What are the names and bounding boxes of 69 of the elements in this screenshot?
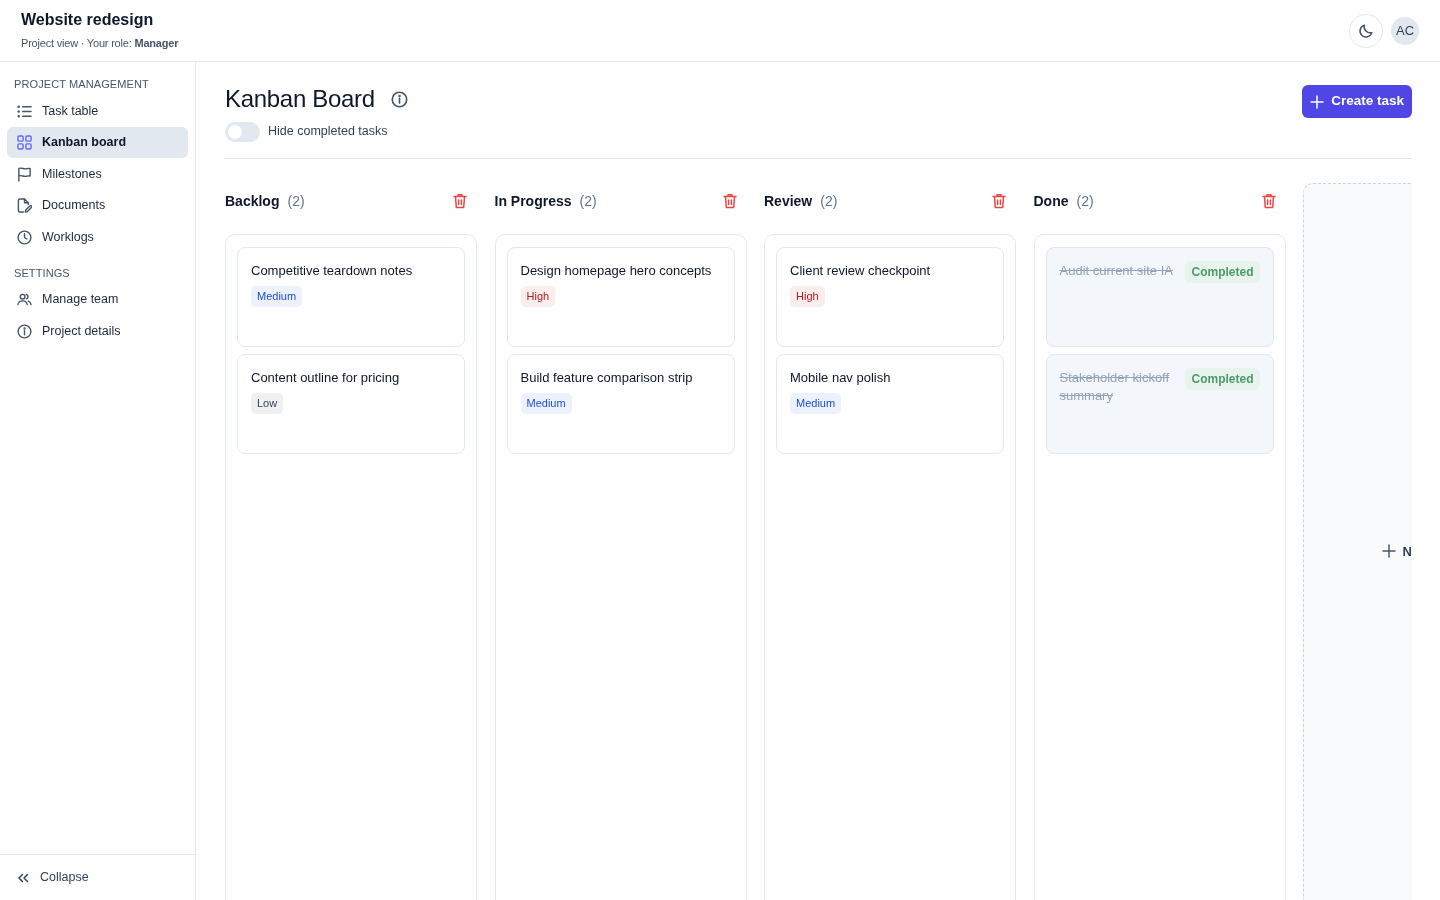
delete-column-button[interactable] bbox=[1261, 193, 1276, 210]
document-icon bbox=[17, 198, 32, 213]
page-title: Kanban Board bbox=[225, 85, 375, 114]
toggle-label: Hide completed tasks bbox=[268, 123, 388, 141]
sidebar-item[interactable]: Milestones bbox=[7, 158, 188, 190]
task-card[interactable]: Mobile nav polish Medium bbox=[776, 353, 1004, 454]
section-heading: SETTINGS bbox=[13, 265, 71, 281]
trash-icon bbox=[1261, 193, 1276, 210]
task-card[interactable]: Client review checkpoint High bbox=[776, 246, 1004, 347]
task-title: Build feature comparison strip bbox=[520, 368, 694, 387]
task-title: Mobile nav polish bbox=[790, 368, 892, 387]
task-title: Client review checkpoint bbox=[790, 261, 932, 280]
clock-icon bbox=[17, 229, 32, 245]
list-icon bbox=[17, 103, 32, 119]
add-column-button[interactable]: N bbox=[1303, 182, 1412, 900]
priority-badge: Medium bbox=[251, 286, 303, 307]
task-card[interactable]: Content outline for pricing Low bbox=[237, 353, 465, 454]
sidebar-item[interactable]: Worklogs bbox=[7, 221, 188, 253]
plus-icon bbox=[1310, 94, 1325, 109]
column-count: (2) bbox=[820, 191, 838, 211]
status-badge: Completed bbox=[1185, 367, 1260, 390]
column-title: Done bbox=[1033, 191, 1069, 211]
column-count: (2) bbox=[1076, 191, 1094, 211]
priority-badge: Medium bbox=[520, 393, 572, 414]
double-chevron-left-icon bbox=[17, 872, 29, 883]
theme-toggle-button[interactable] bbox=[1349, 13, 1383, 48]
task-title: Stakeholder kickoff summary bbox=[1059, 368, 1171, 405]
task-card[interactable]: Build feature comparison strip Medium bbox=[506, 353, 735, 454]
plus-icon bbox=[1381, 544, 1396, 559]
flag-icon bbox=[17, 166, 32, 182]
trash-icon bbox=[992, 193, 1006, 210]
priority-badge: Medium bbox=[790, 393, 842, 414]
collapse-button[interactable]: Collapse bbox=[17, 868, 89, 887]
project-subtitle: Project view · Your role: Manager bbox=[21, 35, 179, 51]
sidebar-item[interactable]: Project details bbox=[7, 315, 188, 347]
toggle-switch[interactable] bbox=[225, 121, 260, 142]
task-title: Competitive teardown notes bbox=[251, 261, 414, 280]
delete-column-button[interactable] bbox=[722, 193, 737, 210]
user-avatar[interactable]: AC bbox=[1391, 16, 1419, 45]
delete-column-button[interactable] bbox=[453, 193, 467, 210]
task-title: Audit current site IA bbox=[1059, 261, 1173, 280]
moon-icon bbox=[1358, 22, 1374, 39]
info-icon[interactable] bbox=[390, 90, 408, 108]
trash-icon bbox=[453, 193, 467, 210]
sidebar-item[interactable]: Task table bbox=[7, 95, 188, 127]
priority-badge: High bbox=[790, 286, 825, 307]
priority-badge: High bbox=[520, 286, 556, 307]
project-title: Website redesign bbox=[21, 9, 155, 29]
task-card[interactable]: Design homepage hero concepts High bbox=[506, 246, 735, 347]
column-title: Review bbox=[764, 191, 813, 211]
sidebar-item[interactable]: Kanban board bbox=[7, 127, 188, 158]
column-count: (2) bbox=[579, 191, 597, 211]
column-count: (2) bbox=[287, 191, 305, 211]
column-title: Backlog bbox=[225, 191, 280, 211]
create-task-button[interactable]: Create task bbox=[1302, 85, 1412, 118]
grid-icon bbox=[17, 135, 32, 150]
people-icon bbox=[17, 292, 32, 307]
priority-badge: Low bbox=[251, 393, 284, 414]
sidebar-item[interactable]: Documents bbox=[7, 190, 188, 221]
status-badge: Completed bbox=[1185, 260, 1260, 283]
column-title: In Progress bbox=[494, 191, 572, 211]
delete-column-button[interactable] bbox=[992, 193, 1006, 210]
trash-icon bbox=[722, 193, 737, 210]
sidebar-item[interactable]: Manage team bbox=[7, 284, 188, 315]
task-title: Design homepage hero concepts bbox=[520, 261, 713, 280]
section-heading: PROJECT MANAGEMENT bbox=[13, 77, 150, 92]
task-card[interactable]: Competitive teardown notes Medium bbox=[237, 246, 465, 347]
info-icon bbox=[17, 323, 32, 339]
task-title: Content outline for pricing bbox=[251, 368, 401, 387]
